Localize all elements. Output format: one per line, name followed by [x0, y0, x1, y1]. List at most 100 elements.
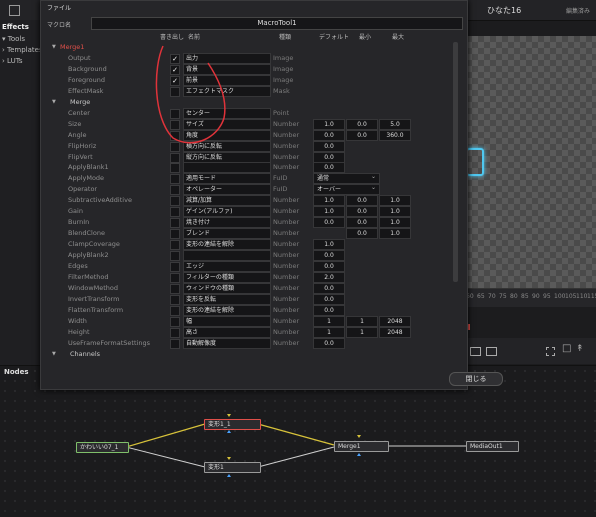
parameter-scrollbar[interactable]	[453, 42, 458, 282]
max-value-field[interactable]: 2048	[379, 326, 411, 338]
export-checkbox[interactable]	[170, 229, 180, 240]
parameter-name-field[interactable]: オペレーター	[183, 184, 271, 196]
parameter-name-field[interactable]: ゲイン(アルファ)	[183, 206, 271, 218]
parameter-name-field[interactable]: 変形の連結を解除	[183, 239, 271, 251]
parameter-name-field[interactable]: 自動解像度	[183, 337, 271, 349]
header-min: 最小	[359, 34, 372, 41]
default-value-field[interactable]: 0.0	[313, 162, 345, 174]
node-merge1[interactable]: Merge1	[334, 441, 389, 452]
default-value-field[interactable]: 1	[313, 315, 345, 327]
tree-item-templates[interactable]: › Templates	[2, 46, 43, 54]
default-value-field[interactable]: 2.0	[313, 271, 345, 283]
parameter-name-field[interactable]: 減算/加算	[183, 195, 271, 207]
default-value-field[interactable]: 1.0	[313, 206, 345, 218]
max-value-field[interactable]: 360.0	[379, 129, 411, 141]
parameter-list[interactable]: ▼ Merge1 Output ✓ 出力 Image Background ✓ 背景 Image F…	[40, 42, 458, 365]
default-value-field[interactable]: 0.0	[313, 151, 345, 163]
export-checkbox[interactable]	[170, 251, 180, 262]
parameter-name-field[interactable]: 変形の連結を解除	[183, 304, 271, 316]
export-checkbox[interactable]	[170, 185, 180, 196]
export-checkbox[interactable]	[170, 272, 180, 283]
parameter-name-field[interactable]: 適用モード	[183, 173, 271, 185]
parameter-name-field[interactable]	[183, 162, 271, 174]
parameter-name-field[interactable]: 縦方向に反転	[183, 151, 271, 163]
default-value-field[interactable]: 0.0	[313, 217, 345, 229]
parameter-name-field[interactable]: ブレンド	[183, 228, 271, 240]
export-checkbox[interactable]	[170, 294, 180, 305]
parameter-row: FlattenTransform 変形の連結を解除 Number 0.0	[40, 304, 458, 316]
parameter-name-field[interactable]: 変形を反転	[183, 293, 271, 305]
max-value-field[interactable]: 1.0	[379, 206, 411, 218]
min-value-field[interactable]: 0.0	[346, 118, 378, 130]
default-value-field[interactable]: 1.0	[313, 195, 345, 207]
close-button[interactable]: 閉じる	[449, 372, 503, 386]
parameter-name-field[interactable]: 幅	[183, 315, 271, 327]
default-value-field[interactable]: 1.0	[313, 118, 345, 130]
timeline-ruler[interactable]: 60 65 70 75 80 85 90 95 100 105 110 115	[466, 288, 596, 307]
bspline-icon[interactable]: ↟	[576, 344, 584, 354]
parameter-label: Angle	[68, 130, 87, 139]
default-value-field[interactable]: 0.0	[313, 250, 345, 262]
min-value-field[interactable]: 0.0	[346, 228, 378, 240]
export-checkbox[interactable]	[170, 174, 180, 185]
default-value-field[interactable]: 0.0	[313, 304, 345, 316]
max-value-field[interactable]: 1.0	[379, 228, 411, 240]
max-value-field[interactable]: 5.0	[379, 118, 411, 130]
default-value-field[interactable]: 1	[313, 326, 345, 338]
export-checkbox[interactable]	[170, 338, 180, 349]
min-value-field[interactable]: 1	[346, 315, 378, 327]
parameter-name-field[interactable]: 高さ	[183, 326, 271, 338]
export-checkbox[interactable]	[170, 240, 180, 251]
tree-item-luts[interactable]: › LUTs	[2, 57, 22, 65]
default-value-field[interactable]: 0.0	[313, 293, 345, 305]
export-checkbox[interactable]	[170, 218, 180, 229]
parameter-name-field[interactable]: 焼き付け	[183, 217, 271, 229]
export-checkbox[interactable]	[170, 207, 180, 218]
default-value-field[interactable]: 0.0	[313, 337, 345, 349]
export-checkbox[interactable]	[170, 262, 180, 272]
export-checkbox[interactable]	[170, 305, 180, 316]
parameter-name-field[interactable]: フィルターの種類	[183, 271, 271, 283]
default-value-field[interactable]: 0.0	[313, 140, 345, 152]
max-value-field[interactable]: 2048	[379, 315, 411, 327]
min-value-field[interactable]: 0.0	[346, 195, 378, 207]
viewer-canvas[interactable]	[466, 36, 596, 288]
chevron-down-icon[interactable]: ▼	[52, 349, 56, 359]
min-value-field[interactable]: 0.0	[346, 129, 378, 141]
export-checkbox[interactable]	[170, 327, 180, 338]
default-value-field[interactable]: 0.0	[313, 282, 345, 294]
max-value-field[interactable]: 1.0	[379, 217, 411, 229]
node-loader[interactable]: かわいい07_1	[76, 442, 129, 453]
node-transform-1-1[interactable]: 変形1_1	[204, 419, 261, 430]
transform-icon[interactable]	[486, 347, 497, 356]
tree-item-tools[interactable]: ▾ Tools	[2, 35, 25, 43]
export-checkbox[interactable]	[170, 163, 180, 174]
parameter-name-field[interactable]	[183, 250, 271, 262]
dialog-menu-file[interactable]: ファイル	[47, 3, 71, 12]
macro-name-input[interactable]: MacroTool1	[91, 17, 463, 30]
chevron-down-icon[interactable]: ▼	[52, 97, 56, 107]
default-value-field[interactable]: 0.0	[313, 261, 345, 272]
parameter-name-field[interactable]: エッジ	[183, 261, 271, 272]
node-mediaout1[interactable]: MediaOut1	[466, 441, 519, 452]
min-value-field[interactable]: 1	[346, 326, 378, 338]
app-menu-icon[interactable]	[9, 5, 20, 16]
mode-select[interactable]: オーバー ⌄	[313, 184, 380, 196]
polyline-icon[interactable]: □	[562, 343, 571, 354]
export-checkbox[interactable]	[170, 316, 180, 327]
parameter-name-field[interactable]: ウィンドウの種類	[183, 282, 271, 294]
chevron-down-icon[interactable]: ▼	[52, 42, 56, 52]
node-transform-1[interactable]: 変形1	[204, 462, 261, 473]
max-value-field[interactable]: 1.0	[379, 195, 411, 207]
export-checkbox[interactable]	[170, 196, 180, 207]
default-value-field[interactable]: 0.0	[313, 129, 345, 141]
export-checkbox[interactable]	[170, 283, 180, 294]
min-value-field[interactable]: 0.0	[346, 206, 378, 218]
default-value-field[interactable]: 1.0	[313, 239, 345, 251]
select-icon[interactable]	[546, 347, 555, 356]
export-checkbox[interactable]	[170, 152, 180, 163]
parameter-label: Operator	[68, 185, 98, 194]
mode-select[interactable]: 通常 ⌄	[313, 173, 380, 185]
min-value-field[interactable]: 0.0	[346, 217, 378, 229]
view-icon[interactable]	[470, 347, 481, 356]
